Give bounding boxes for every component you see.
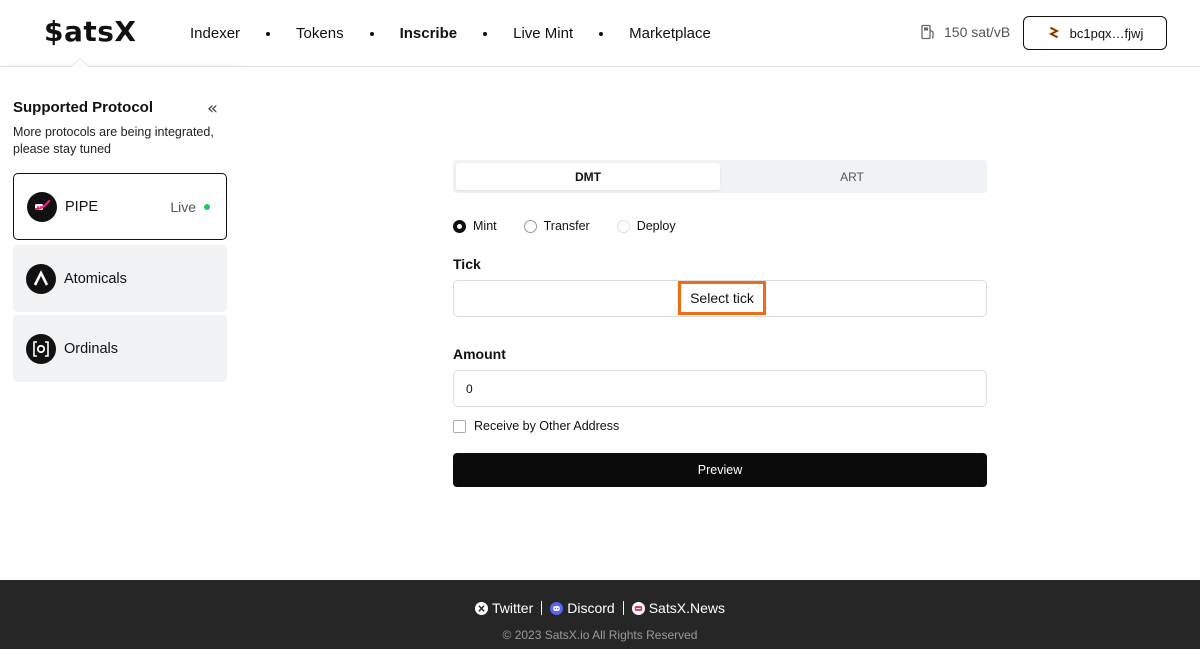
radio-label: Transfer	[543, 219, 590, 233]
nav-inscribe[interactable]: Inscribe	[400, 25, 458, 42]
radio-circle	[523, 219, 537, 233]
nav-separator-dot	[483, 31, 488, 36]
footer-link-label: SatsX.News	[648, 600, 725, 616]
radio-transfer[interactable]: Transfer	[523, 219, 590, 233]
sidebar-description: More protocols are being integrated, ple…	[13, 125, 214, 156]
footer-separator	[622, 601, 624, 615]
footer-link-discord[interactable]: Discord	[550, 600, 615, 616]
nav-separator-dot	[599, 31, 604, 36]
receive-other-address-label: Receive by Other Address	[474, 419, 620, 433]
radio-mint[interactable]: Mint	[453, 219, 497, 233]
amount-input[interactable]	[454, 371, 986, 406]
gas-fee-value: 150 sat/vB	[944, 24, 1011, 40]
wallet-button[interactable]: bc1pqx…fjwj	[1023, 16, 1167, 50]
footer-link-news[interactable]: SatsX.News	[631, 600, 725, 616]
ordinals-logo-icon	[26, 333, 56, 364]
receive-other-address-option[interactable]: Receive by Other Address	[453, 419, 619, 433]
footer-link-twitter[interactable]: Twitter	[475, 600, 533, 616]
wallet-logo-icon	[1047, 26, 1060, 39]
radio-circle	[616, 219, 630, 233]
nav-live-mint[interactable]: Live Mint	[513, 25, 573, 42]
inscribe-panel: DMT ART Mint Transfer Deploy Tick Select…	[240, 67, 1200, 580]
satsx-logo[interactable]: $atsX	[44, 15, 137, 48]
protocol-label: Ordinals	[64, 340, 118, 357]
nav-indexer[interactable]: Indexer	[190, 25, 240, 42]
receive-other-address-checkbox[interactable]	[453, 419, 466, 433]
tab-dmt[interactable]: DMT	[456, 163, 720, 190]
protocol-sidebar: Supported Protocol « More protocols are …	[0, 67, 240, 580]
news-icon	[631, 601, 645, 615]
protocol-label: Atomicals	[64, 270, 127, 287]
token-type-tabs: DMT ART	[453, 160, 987, 193]
top-header: $atsX Indexer Tokens Inscribe Live Mint …	[0, 0, 1200, 67]
footer-link-label: Discord	[567, 600, 615, 616]
protocol-item-atomicals[interactable]: Atomicals	[13, 245, 227, 312]
fuel-pump-icon	[921, 24, 934, 40]
nav-separator-dot	[369, 31, 374, 36]
radio-label: Mint	[473, 219, 497, 233]
logo-pointer	[70, 58, 90, 67]
main-nav: Indexer Tokens Inscribe Live Mint Market…	[190, 0, 711, 67]
nav-separator-dot	[266, 31, 271, 36]
atomicals-logo-icon	[26, 263, 56, 294]
copyright-text: © 2023 SatsX.io All Rights Reserved	[502, 628, 698, 642]
sidebar-title: Supported Protocol	[13, 99, 153, 116]
radio-label: Deploy	[636, 219, 676, 233]
radio-deploy[interactable]: Deploy	[616, 219, 676, 233]
gas-fee-indicator: 150 sat/vB	[921, 24, 1010, 40]
footer-links: Twitter Discord SatsX.News	[0, 600, 1200, 616]
page-footer: Twitter Discord SatsX.News © 2023 SatsX.…	[0, 580, 1200, 649]
protocol-item-ordinals[interactable]: Ordinals	[13, 315, 227, 382]
tab-art[interactable]: ART	[720, 163, 984, 190]
protocol-item-pipe[interactable]: PIPE Live	[13, 173, 227, 240]
select-tick-button[interactable]: Select tick	[678, 281, 766, 315]
pipe-logo-icon	[27, 191, 57, 222]
amount-label: Amount	[453, 346, 506, 362]
discord-icon	[550, 601, 564, 615]
footer-link-label: Twitter	[492, 600, 534, 616]
collapse-sidebar-icon[interactable]: «	[207, 98, 218, 119]
live-status-text: Live	[170, 198, 196, 215]
footer-separator	[541, 601, 543, 615]
tick-label: Tick	[453, 256, 481, 272]
nav-marketplace[interactable]: Marketplace	[629, 25, 711, 42]
x-logo-icon	[475, 601, 489, 615]
preview-button[interactable]: Preview	[453, 453, 987, 487]
nav-tokens[interactable]: Tokens	[296, 25, 344, 42]
live-status-dot	[204, 203, 210, 210]
radio-circle-checked	[453, 219, 466, 233]
action-radio-group: Mint Transfer Deploy	[453, 219, 703, 233]
protocol-label: PIPE	[65, 198, 99, 215]
wallet-address: bc1pqx…fjwj	[1069, 25, 1144, 41]
amount-field	[453, 370, 987, 407]
